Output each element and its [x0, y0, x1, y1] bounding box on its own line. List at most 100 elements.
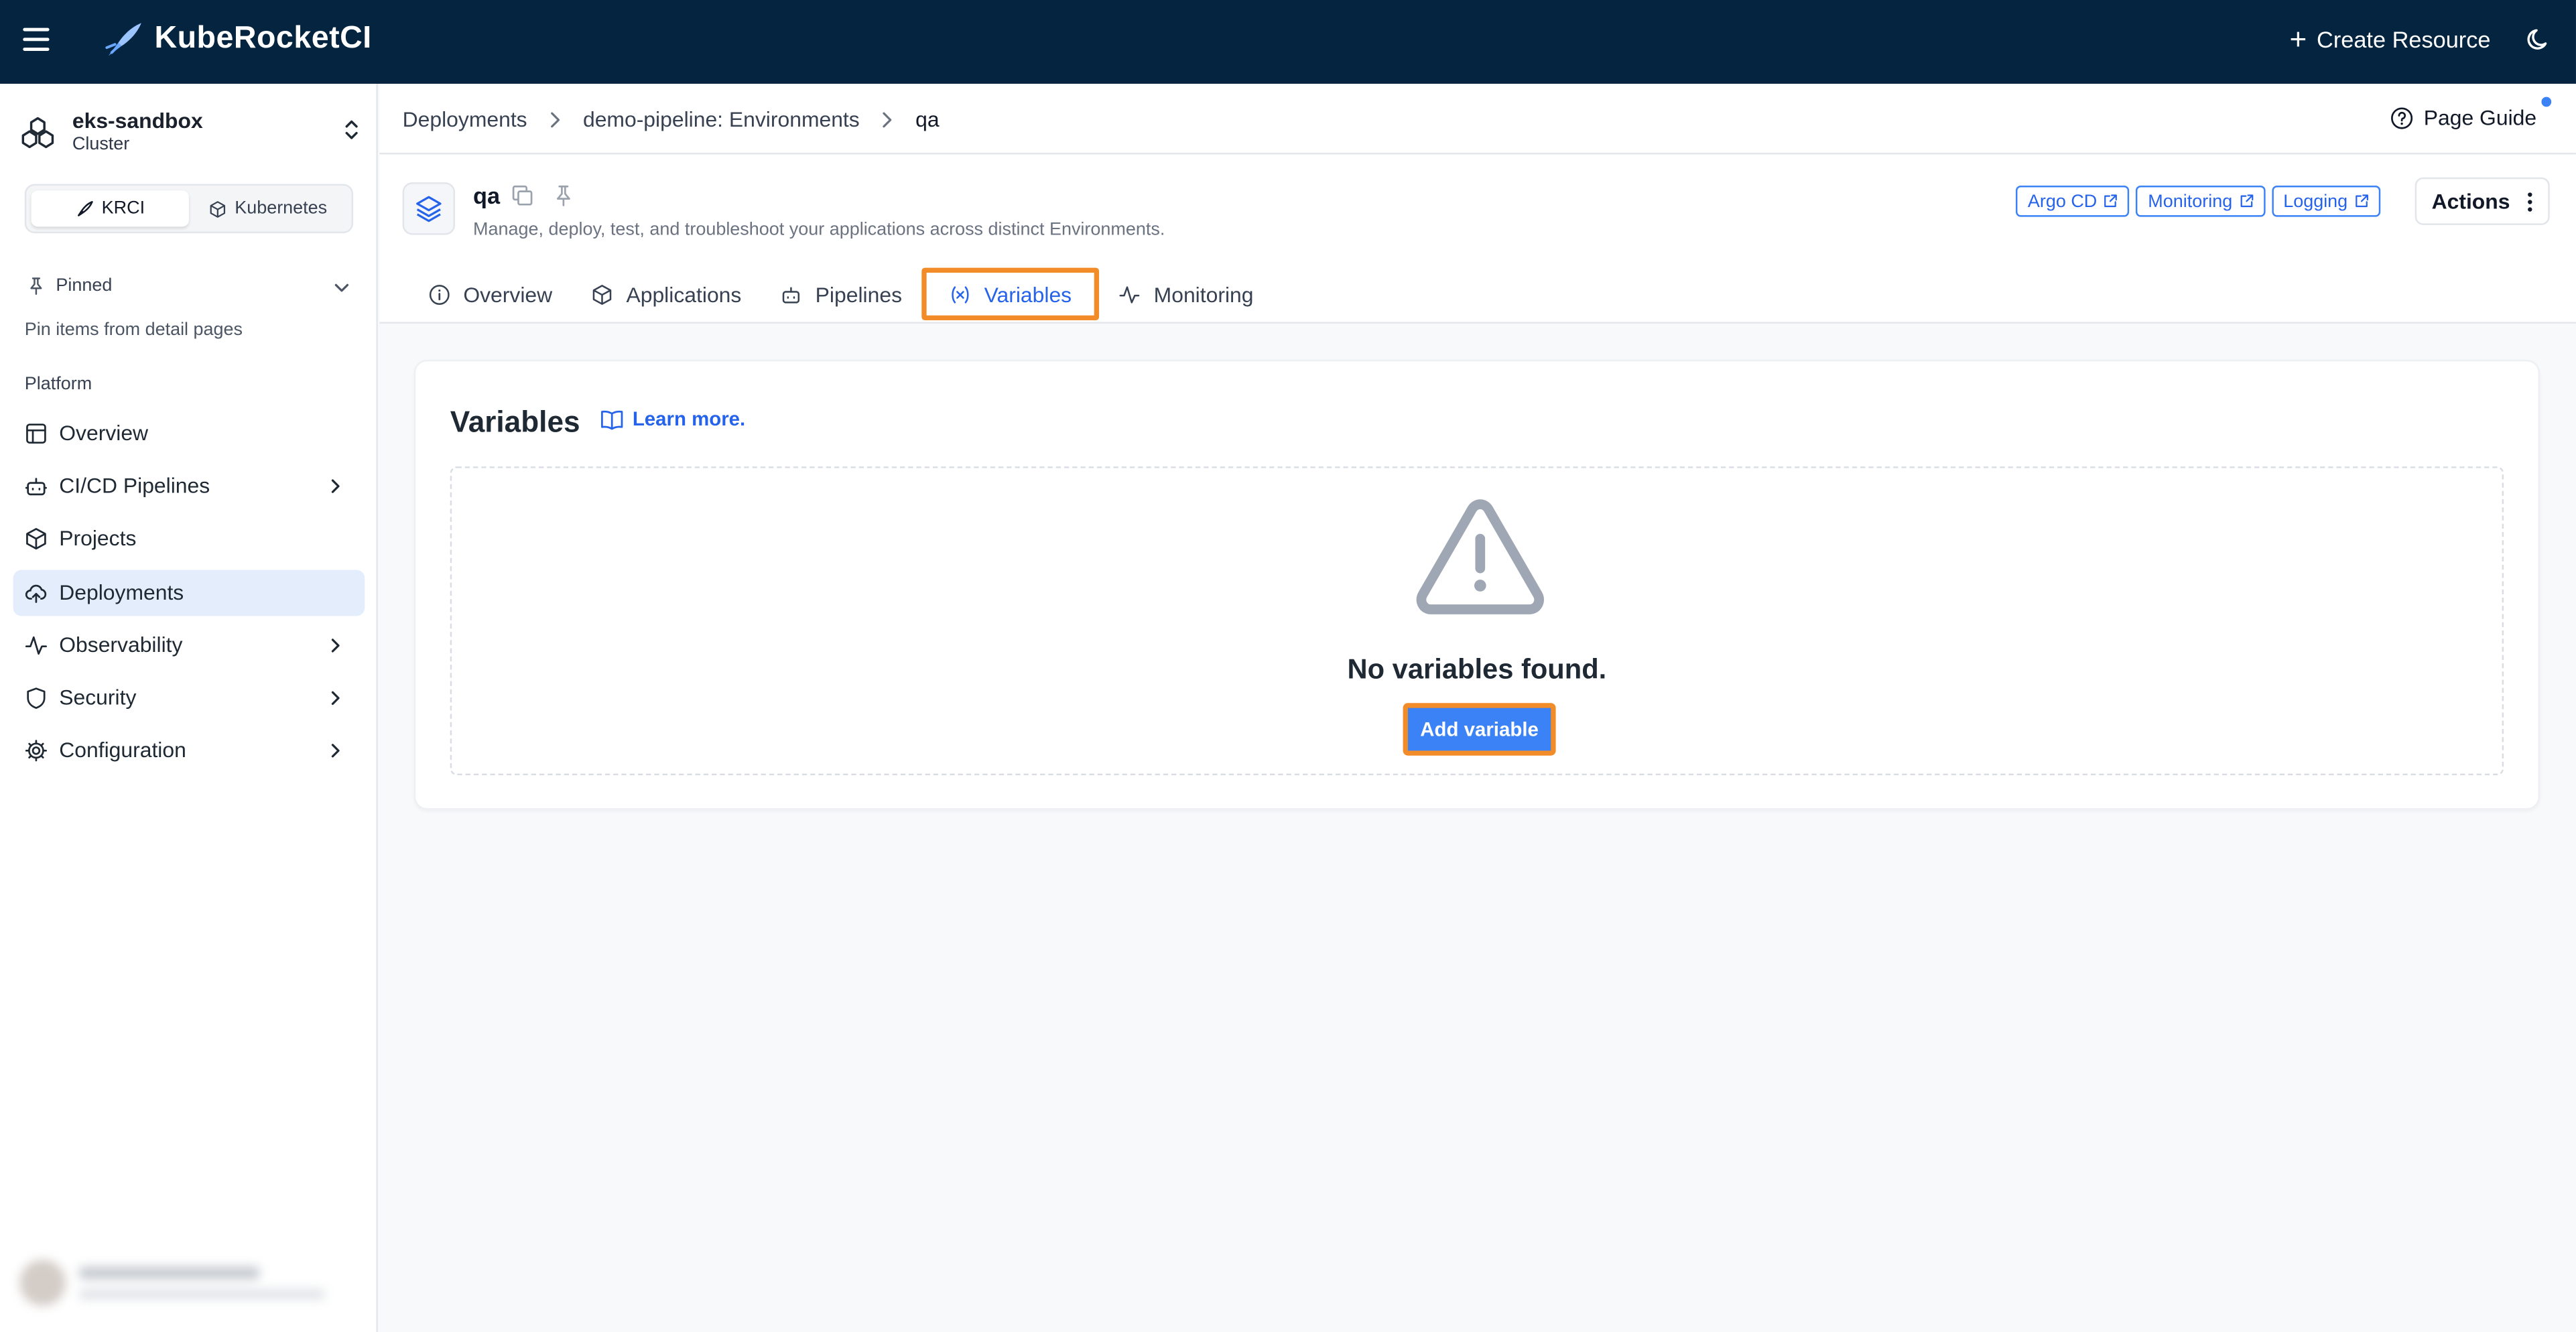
mode-kubernetes-button[interactable]: Kubernetes: [189, 190, 346, 226]
tab-label: Variables: [984, 281, 1072, 307]
external-link-icon: [2240, 194, 2253, 208]
monitoring-link-label: Monitoring: [2148, 191, 2233, 212]
chevrons-up-down-icon: [345, 120, 358, 139]
external-link-icon: [2356, 194, 2368, 208]
cluster-selector[interactable]: eks-sandbox Cluster: [19, 107, 365, 162]
sidebar-item-label: Security: [59, 685, 137, 710]
tab-bar: Overview Applications Pipelines Variable…: [409, 267, 1273, 321]
chevron-right-icon: [331, 691, 340, 706]
argocd-link[interactable]: Argo CD: [2016, 186, 2130, 217]
tab-overview[interactable]: Overview: [409, 268, 572, 320]
plus-icon: +: [2289, 23, 2307, 56]
platform-section-label: Platform: [24, 374, 92, 395]
sidebar-item-configuration[interactable]: Configuration: [13, 728, 365, 774]
sidebar-item-label: Observability: [59, 632, 183, 657]
sidebar-item-observability[interactable]: Observability: [13, 622, 365, 669]
chevron-right-icon: [879, 109, 896, 129]
external-links: Argo CD Monitoring Logging: [2016, 186, 2381, 217]
sidebar-item-label: Projects: [59, 525, 137, 551]
sidebar-item-label: CI/CD Pipelines: [59, 473, 210, 498]
notification-dot: [2541, 96, 2552, 107]
chevron-right-icon: [331, 479, 340, 493]
top-bar: KubeRocketCI + Create Resource: [0, 0, 2576, 84]
logging-link[interactable]: Logging: [2272, 186, 2381, 217]
chevron-right-icon: [331, 744, 340, 758]
actions-button[interactable]: Actions: [2414, 177, 2550, 225]
sidebar-item-overview[interactable]: Overview: [13, 411, 365, 457]
cube-icon: [210, 200, 225, 217]
add-variable-label: Add variable: [1420, 718, 1539, 741]
add-variable-button[interactable]: Add variable: [1403, 703, 1556, 756]
learn-more-label: Learn more.: [632, 407, 746, 431]
breadcrumb-bar: Deployments demo-pipeline: Environments …: [379, 84, 2576, 155]
brand[interactable]: KubeRocketCI: [102, 19, 372, 59]
menu-icon[interactable]: [23, 27, 50, 51]
cube-icon: [593, 283, 612, 304]
breadcrumb-current: qa: [915, 107, 940, 132]
breadcrumb-deployments-link[interactable]: Deployments: [403, 107, 527, 131]
tab-monitoring[interactable]: Monitoring: [1100, 268, 1273, 320]
sidebar-item-label: Deployments: [59, 580, 184, 605]
cube-icon: [26, 528, 46, 550]
user-profile-blurred[interactable]: [13, 1253, 362, 1312]
mode-krci-button[interactable]: KRCI: [31, 190, 189, 227]
shield-icon: [27, 687, 46, 709]
bot-icon: [25, 478, 47, 496]
info-icon: [429, 283, 450, 304]
pinned-hint: Pin items from detail pages: [24, 320, 243, 340]
mode-krci-label: KRCI: [101, 198, 145, 219]
rocket-icon: [77, 200, 93, 216]
page-guide-label: Page Guide: [2423, 105, 2537, 130]
monitoring-link[interactable]: Monitoring: [2136, 186, 2266, 217]
tab-pipelines[interactable]: Pipelines: [761, 268, 922, 320]
tab-label: Monitoring: [1153, 281, 1254, 307]
brand-name: KubeRocketCI: [154, 21, 372, 56]
bot-icon: [783, 286, 800, 303]
external-link-icon: [2105, 194, 2118, 208]
page-description: Manage, deploy, test, and troubleshoot y…: [473, 220, 1165, 240]
sidebar-item-security[interactable]: Security: [13, 675, 365, 722]
create-resource-button[interactable]: + Create Resource: [2289, 23, 2491, 56]
layout-icon: [26, 423, 46, 444]
section-title: Variables: [450, 405, 580, 439]
chevron-right-icon: [331, 639, 340, 653]
sidebar: eks-sandbox Cluster KRCI Kubernetes Pinn…: [0, 84, 378, 1332]
logging-link-label: Logging: [2283, 191, 2348, 212]
chevron-right-icon: [547, 109, 564, 129]
mode-kubernetes-label: Kubernetes: [235, 198, 328, 219]
gear-icon: [25, 740, 47, 762]
warning-triangle-icon: [1416, 499, 1544, 614]
rocket-logo-icon: [105, 23, 141, 56]
page-title: qa: [473, 182, 501, 209]
actions-label: Actions: [2431, 188, 2510, 214]
chevron-down-icon: [334, 283, 349, 292]
sidebar-item-projects[interactable]: Projects: [13, 516, 365, 562]
theme-toggle-moon-icon[interactable]: [2526, 26, 2553, 60]
cluster-icon: [21, 117, 54, 149]
create-resource-label: Create Resource: [2317, 26, 2491, 53]
tab-variables[interactable]: Variables: [921, 267, 1100, 321]
tab-applications[interactable]: Applications: [572, 268, 761, 320]
variable-icon: [952, 285, 969, 303]
breadcrumb-environments-link[interactable]: demo-pipeline: Environments: [583, 107, 860, 131]
sidebar-item-label: Configuration: [59, 737, 186, 762]
learn-more-link[interactable]: Learn more.: [600, 407, 745, 430]
pinned-section-toggle[interactable]: Pinned: [26, 276, 355, 295]
help-circle-icon: [2391, 107, 2413, 129]
copy-icon[interactable]: [511, 184, 533, 207]
sidebar-item-deployments[interactable]: Deployments: [13, 570, 365, 616]
layers-icon: [402, 182, 456, 235]
more-vertical-icon: [2527, 192, 2532, 211]
sidebar-item-label: Overview: [59, 420, 149, 446]
pin-icon[interactable]: [552, 184, 575, 207]
cluster-name: eks-sandbox: [72, 108, 203, 133]
page-guide-button[interactable]: Page Guide: [2391, 105, 2536, 130]
cloud-upload-icon: [25, 584, 47, 603]
cluster-type: Cluster: [72, 135, 130, 155]
tab-label: Applications: [626, 281, 742, 307]
pinned-label: Pinned: [56, 275, 113, 296]
sidebar-item-cicd-pipelines[interactable]: CI/CD Pipelines: [13, 463, 365, 509]
avatar: [19, 1260, 66, 1306]
empty-state: No variables found. Add variable: [450, 466, 2504, 776]
pin-icon: [30, 277, 42, 295]
